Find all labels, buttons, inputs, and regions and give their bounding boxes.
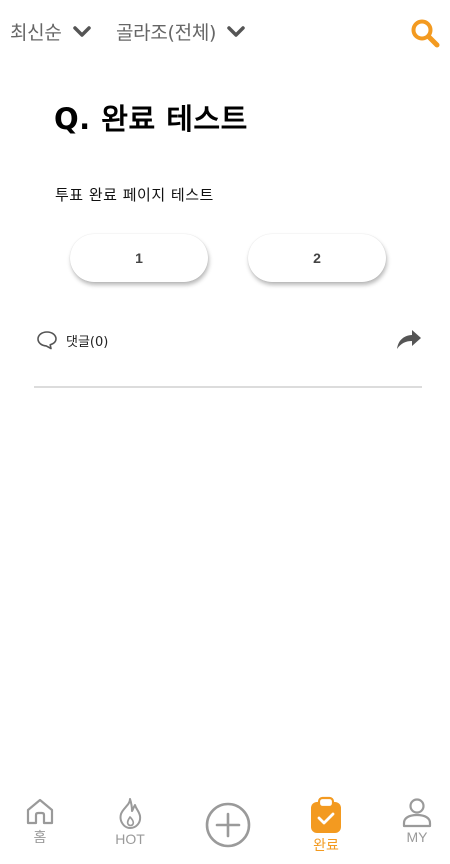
comments-button[interactable]: 댓글(0) xyxy=(36,330,108,350)
question-description: 투표 완료 페이지 테스트 xyxy=(55,186,214,204)
comments-count-label: 댓글(0) xyxy=(66,334,109,350)
chevron-down-icon xyxy=(72,25,91,37)
vote-option-2-button[interactable]: 2 xyxy=(248,234,386,282)
nav-item-hot[interactable]: HOT xyxy=(110,796,150,847)
nav-item-home-label: 홈 xyxy=(33,829,47,845)
flame-icon xyxy=(119,798,142,829)
nav-item-add[interactable] xyxy=(205,802,251,848)
group-dropdown[interactable]: 골라조(전체) xyxy=(116,18,246,45)
nav-item-done[interactable]: 완료 xyxy=(302,796,350,855)
sort-dropdown-label: 최신순 xyxy=(10,22,62,44)
vote-option-1-button[interactable]: 1 xyxy=(70,234,208,282)
question-title: Q. 완료 테스트 xyxy=(54,102,248,136)
search-icon[interactable] xyxy=(410,18,440,48)
sort-dropdown[interactable]: 최신순 xyxy=(10,18,92,45)
home-icon xyxy=(26,798,54,825)
share-arrow-icon[interactable] xyxy=(396,328,422,352)
group-dropdown-label: 골라조(전체) xyxy=(116,22,217,44)
divider xyxy=(34,386,422,388)
top-bar: 최신순 골라조(전체) xyxy=(0,0,450,64)
clipboard-check-icon xyxy=(311,796,341,833)
nav-item-my-label: MY xyxy=(406,829,428,845)
chevron-down-icon xyxy=(227,25,245,37)
speech-bubble-icon xyxy=(37,331,57,350)
nav-item-home[interactable]: 홈 xyxy=(22,796,58,847)
plus-circle-icon xyxy=(205,802,251,848)
nav-item-my[interactable]: MY xyxy=(398,796,436,845)
user-icon xyxy=(402,798,432,828)
nav-item-done-label: 완료 xyxy=(313,837,339,853)
nav-item-hot-label: HOT xyxy=(115,831,145,847)
bottom-nav: 홈 HOT 완료 MY xyxy=(0,796,450,864)
